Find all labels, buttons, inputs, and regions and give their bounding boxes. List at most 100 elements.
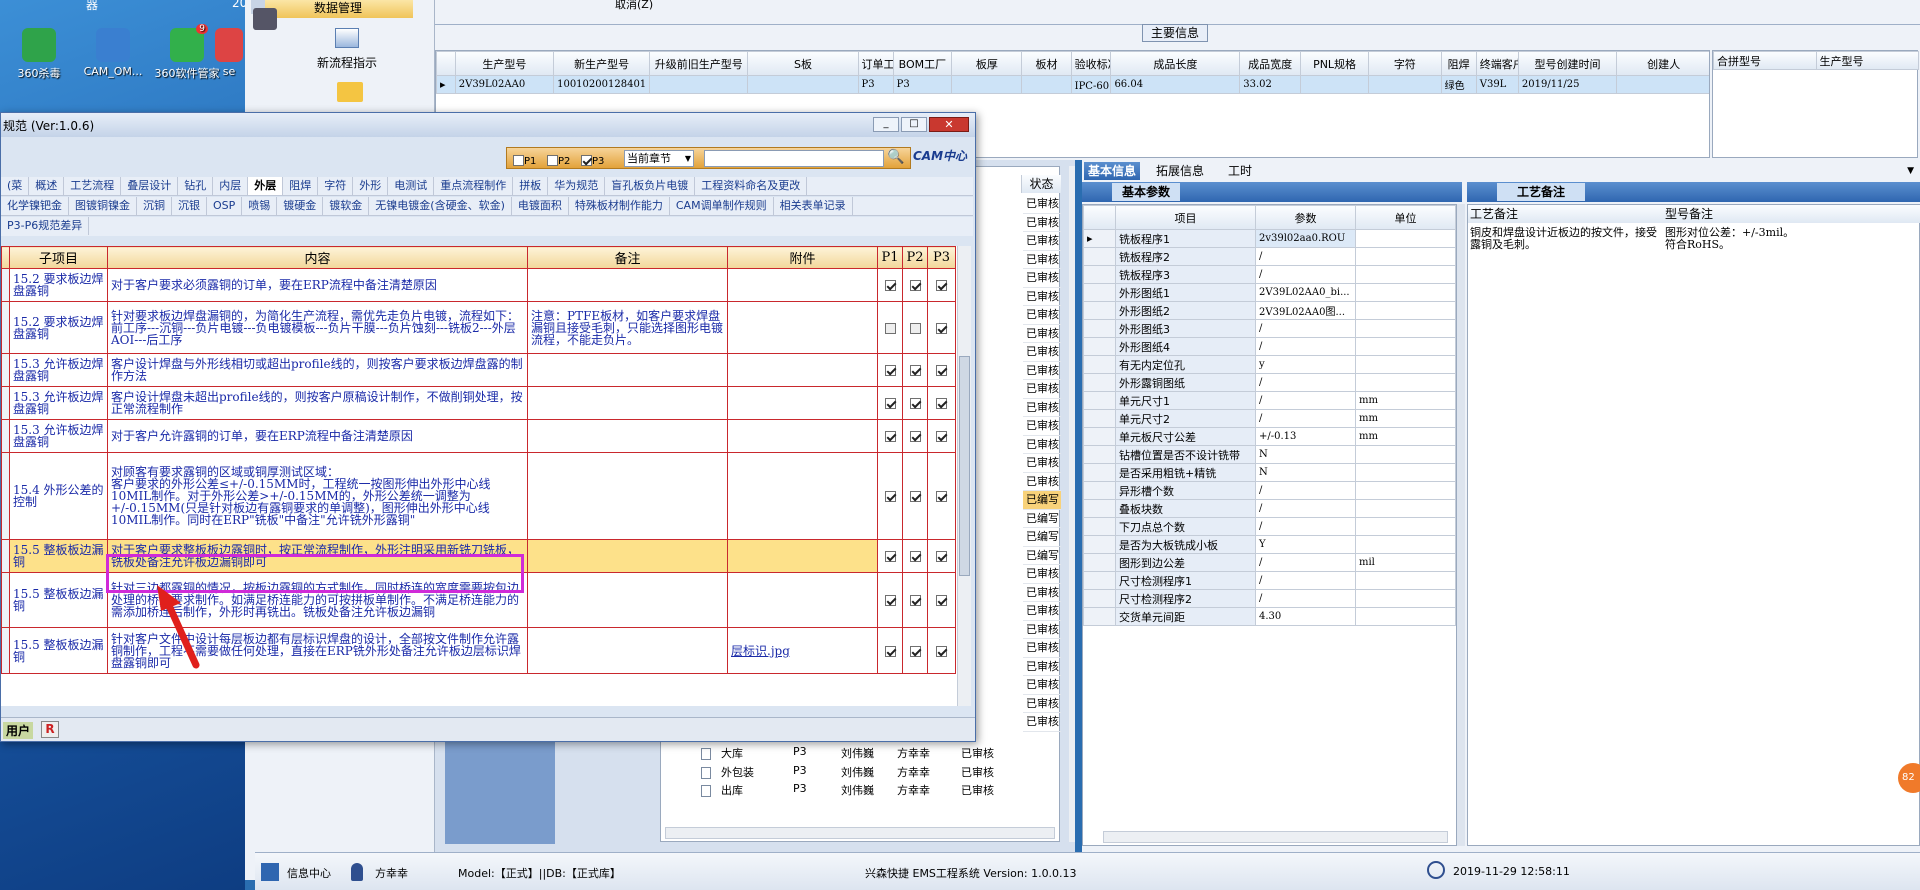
main-cell[interactable] (747, 75, 859, 94)
main-col-header[interactable]: 成品长度 (1110, 51, 1241, 76)
main-col-header[interactable]: 终端客户代码 (1475, 51, 1519, 76)
spec-row[interactable]: 15.2 要求板边焊盘露铜 针对要求板边焊盘漏铜的，为简化生产流程，需优先走负片电… (1, 301, 956, 354)
scope-select[interactable]: 当前章节 ▼ (624, 150, 694, 167)
param-row[interactable]: 钻槽位置是否不设计铣带 N (1083, 445, 1456, 464)
main-col-header[interactable]: 升级前旧生产型号 (649, 51, 749, 76)
chapter-tab[interactable]: 无镍电镀金(含硬金、软金) (369, 197, 512, 215)
chapter-tab[interactable]: 镀硬金 (277, 197, 324, 215)
p1-filter-checkbox[interactable] (513, 155, 524, 166)
p1-checkbox[interactable] (884, 398, 896, 409)
chapter-tab[interactable]: 外形 (353, 177, 389, 195)
param-row[interactable]: 有无内定位孔 y (1083, 355, 1456, 374)
p3-filter-checkbox[interactable] (581, 155, 592, 166)
spec-row[interactable]: 15.5 整板板边漏铜 对于客户要求整板板边露铜时，按正常流程制作，外形注明采用新… (1, 539, 956, 573)
tab-extended-info[interactable]: 拓展信息 (1156, 162, 1204, 180)
param-row[interactable]: 外形露铜图纸 / (1083, 373, 1456, 392)
p3-checkbox[interactable] (936, 491, 947, 502)
chapter-tab[interactable]: 特殊板材制作能力 (569, 197, 670, 215)
p1-checkbox[interactable] (884, 322, 896, 334)
param-row[interactable]: 铣板程序2/ (1083, 247, 1456, 266)
p1-checkbox[interactable] (884, 595, 896, 606)
p3-checkbox[interactable] (936, 595, 947, 606)
chapter-tab[interactable]: P3-P6规范差异 (1, 217, 90, 235)
p2-checkbox[interactable] (909, 491, 921, 502)
param-value[interactable]: / (1255, 265, 1356, 284)
col-header-note[interactable]: 备注 (527, 246, 728, 269)
param-row[interactable]: 铣板程序3/ (1083, 265, 1456, 284)
param-row[interactable]: 下刀点总个数 / (1083, 517, 1456, 536)
param-row[interactable]: 是否为大板铣成小板 Y (1083, 535, 1456, 554)
spec-attachment-link[interactable] (727, 452, 878, 540)
dialog-titlebar[interactable]: 规范 (Ver:1.0.6) _ □ ✕ (1, 113, 975, 137)
chapter-tab[interactable]: 沉银 (172, 197, 207, 215)
info-center-link[interactable]: 信息中心 (287, 865, 331, 881)
desktop-icon-360softmgr[interactable]: 9 360软件管家 (150, 24, 224, 81)
chapter-tab[interactable]: 阻焊 (283, 177, 319, 195)
chapter-tab[interactable]: (菜 (1, 177, 30, 195)
param-value[interactable]: y (1255, 355, 1356, 374)
param-value[interactable]: +/-0.13 (1255, 427, 1356, 446)
merge-col-header[interactable]: 合拼型号 (1713, 51, 1817, 70)
main-col-header[interactable]: 板厚 (951, 51, 1023, 76)
chapter-tab[interactable]: 镀软金 (323, 197, 370, 215)
param-row[interactable]: 外形图纸4/ (1083, 337, 1456, 356)
p1-checkbox[interactable] (884, 365, 896, 376)
main-cell[interactable] (1616, 75, 1709, 94)
param-value[interactable]: 2V39L02AA0_bi... (1255, 283, 1356, 302)
spec-attachment-link[interactable] (727, 572, 878, 628)
p2-checkbox[interactable] (909, 280, 921, 291)
chapter-tab[interactable]: 沉铜 (137, 197, 172, 215)
maximize-button[interactable]: □ (901, 117, 927, 132)
param-row[interactable]: 单元尺寸2/mm (1083, 409, 1456, 428)
params-hscroll[interactable] (1103, 831, 1448, 843)
merge-col-header[interactable]: 生产型号 (1815, 51, 1919, 70)
param-row[interactable]: 图形到边公差 / mil (1083, 553, 1456, 572)
chapter-tab[interactable]: 喷锡 (242, 197, 278, 215)
main-cell[interactable]: 2V39L02AA0 (454, 75, 555, 94)
main-cell[interactable] (1300, 75, 1370, 94)
grid-vscroll[interactable] (957, 246, 971, 706)
chapter-tab[interactable]: 图镀铜镍金 (69, 197, 137, 215)
p3-checkbox[interactable] (936, 431, 947, 442)
param-value[interactable]: / (1255, 319, 1356, 338)
merge-grid[interactable]: 合拼型号 生产型号 (1712, 50, 1919, 158)
refresh-button[interactable]: R (41, 721, 59, 738)
param-row[interactable]: 尺寸检测程序2/ (1083, 589, 1456, 608)
param-header-value[interactable]: 参数 (1255, 205, 1356, 230)
param-value[interactable]: / (1255, 409, 1356, 428)
col-header-p2[interactable]: P2 (902, 246, 928, 269)
param-value[interactable]: / (1255, 517, 1356, 536)
cancel-button[interactable]: 取消(Z) (615, 0, 653, 12)
spec-row[interactable]: 15.5 整板板边漏铜 针对三边都露铜的情况，按板边露铜的方式制作，同时桥连的宽度… (1, 572, 956, 628)
main-col-header[interactable]: 生产型号 (454, 51, 555, 76)
main-col-header[interactable]: 验收标准 (1070, 51, 1112, 76)
param-value[interactable]: / (1255, 553, 1356, 572)
floating-badge[interactable]: 82 (1898, 763, 1920, 793)
spec-attachment-link[interactable] (727, 539, 878, 573)
p3-checkbox[interactable] (936, 365, 947, 376)
param-row[interactable]: 尺寸检测程序1/ (1083, 571, 1456, 590)
vertical-scrollbar[interactable] (1069, 166, 1075, 842)
process-row[interactable]: 出库 P3 刘伟巍 方幸幸 已审核 (701, 782, 1021, 801)
chapter-tab[interactable]: 工程资料命名及更改 (695, 177, 808, 195)
param-row[interactable]: ▸ 铣板程序1 2v39l02aa0.ROU (1083, 229, 1456, 248)
main-col-header[interactable]: 字符 (1368, 51, 1442, 76)
spec-row[interactable]: 15.3 允许板边焊盘露铜 对于客户允许露铜的订单，要在ERP流程中备注清楚原因 (1, 419, 956, 453)
p3-checkbox[interactable] (936, 551, 947, 562)
p2-checkbox[interactable] (909, 398, 921, 409)
p1-checkbox[interactable] (884, 280, 896, 291)
col-header-p3[interactable]: P3 (927, 246, 956, 269)
param-row[interactable]: 单元板尺寸公差 +/-0.13 mm (1083, 427, 1456, 446)
chapter-tab[interactable]: 盲孔板负片电镀 (605, 177, 696, 195)
param-value[interactable]: / (1255, 391, 1356, 410)
chapter-tab[interactable]: 化学镍钯金 (1, 197, 69, 215)
spec-attachment-link[interactable] (727, 353, 878, 387)
horizontal-scrollbar[interactable] (665, 827, 1055, 839)
main-col-header[interactable]: 创建人 (1616, 51, 1709, 76)
main-col-header[interactable]: BOM工厂 (892, 51, 953, 76)
p2-checkbox[interactable] (909, 431, 921, 442)
spec-row[interactable]: 15.5 整板板边漏铜 针对客户文件中设计每层板边都有层标识焊盘的设计，全部按文件… (1, 627, 956, 674)
chapter-tab[interactable]: OSP (207, 197, 243, 215)
param-header-unit[interactable]: 单位 (1355, 205, 1456, 230)
main-col-header[interactable]: 板材 (1021, 51, 1072, 76)
